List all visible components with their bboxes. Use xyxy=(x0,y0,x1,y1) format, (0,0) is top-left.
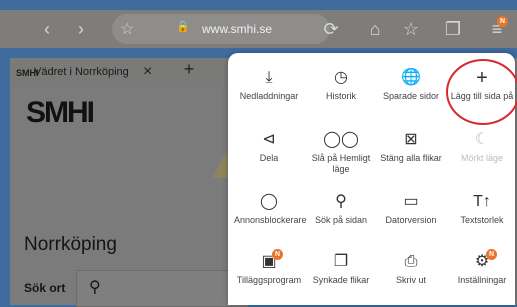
shield-icon: ◯ xyxy=(260,193,278,210)
menu-item-history[interactable]: ◷ Historik xyxy=(306,67,376,102)
download-icon: ⤓ xyxy=(265,69,273,86)
tabs-icon[interactable]: ❐ xyxy=(442,18,464,40)
menu-item-adblocker[interactable]: ◯ Annonsblockerare xyxy=(234,191,307,226)
saved-pages-icon: 🌐 xyxy=(401,69,421,86)
find-icon: ⚲ xyxy=(335,193,347,210)
lock-icon: 🔒 xyxy=(176,21,190,33)
menu-badge: N xyxy=(497,16,508,27)
secret-mode-icon: ◯◯ xyxy=(323,131,359,148)
menu-item-text-size[interactable]: T↑ Textstorlek xyxy=(447,191,517,226)
search-input[interactable]: ⚲ xyxy=(76,270,248,307)
city-heading: Norrköping xyxy=(24,234,117,255)
highlight-circle xyxy=(446,59,517,125)
desktop-icon: ▭ xyxy=(403,193,419,210)
forward-icon[interactable]: › xyxy=(70,18,92,40)
print-icon: ⎙ xyxy=(404,253,418,270)
back-icon[interactable]: ‹ xyxy=(36,18,58,40)
text-size-icon: T↑ xyxy=(473,193,491,210)
menu-item-downloads[interactable]: ⤓ Nedladdningar xyxy=(234,67,304,102)
menu-item-desktop-version[interactable]: ▭ Datorversion xyxy=(376,191,446,226)
menu-item-dark-mode: ☾ Mörkt läge xyxy=(447,129,517,164)
menu-item-secret-mode[interactable]: ◯◯ Slå på Hemligt läge xyxy=(306,129,376,175)
browser-toolbar: ‹ › ☆ 🔒 www.smhi.se ⟳ ⌂ ☆ ❐ ≡ N xyxy=(0,10,517,48)
menu-item-find-on-page[interactable]: ⚲ Sök på sidan xyxy=(306,191,376,226)
tab-close-icon[interactable]: × xyxy=(143,63,152,81)
home-icon[interactable]: ⌂ xyxy=(364,18,386,40)
menu-item-settings[interactable]: ⚙ Inställningar xyxy=(447,251,517,286)
smhi-logo: SMHI xyxy=(26,96,95,129)
reload-icon[interactable]: ⟳ xyxy=(320,18,342,40)
settings-badge: N xyxy=(486,249,497,260)
addons-icon: ▣ xyxy=(261,253,277,270)
history-icon: ◷ xyxy=(334,69,348,86)
tab-title[interactable]: Vädret i Norrköping xyxy=(34,66,129,78)
moon-icon: ☾ xyxy=(474,131,490,148)
menu-item-share[interactable]: ⊲ Dela xyxy=(234,129,304,164)
settings-icon: ⚙ xyxy=(474,253,490,270)
synced-tabs-icon: ❐ xyxy=(333,253,349,270)
menu-item-synced-tabs[interactable]: ❐ Synkade flikar xyxy=(306,251,376,286)
bookmark-star-icon[interactable]: ☆ xyxy=(120,19,134,39)
menu-item-saved-pages[interactable]: 🌐 Sparade sidor xyxy=(376,67,446,102)
url-text: www.smhi.se xyxy=(202,22,273,36)
menu-item-print[interactable]: ⎙ Skriv ut xyxy=(376,251,446,286)
menu-item-close-tabs[interactable]: ⊠ Stäng alla flikar xyxy=(376,129,446,164)
close-tabs-icon: ⊠ xyxy=(404,131,418,148)
url-bar[interactable]: ☆ 🔒 www.smhi.se xyxy=(112,14,330,44)
addons-badge: N xyxy=(272,249,283,260)
menu-item-addons[interactable]: ▣ Tilläggsprogram xyxy=(234,251,304,286)
bookmarks-icon[interactable]: ☆ xyxy=(400,18,422,40)
share-icon: ⊲ xyxy=(262,131,276,148)
search-label: Sök ort xyxy=(24,281,66,295)
new-tab-icon[interactable]: + xyxy=(178,58,200,80)
search-icon: ⚲ xyxy=(89,279,101,296)
